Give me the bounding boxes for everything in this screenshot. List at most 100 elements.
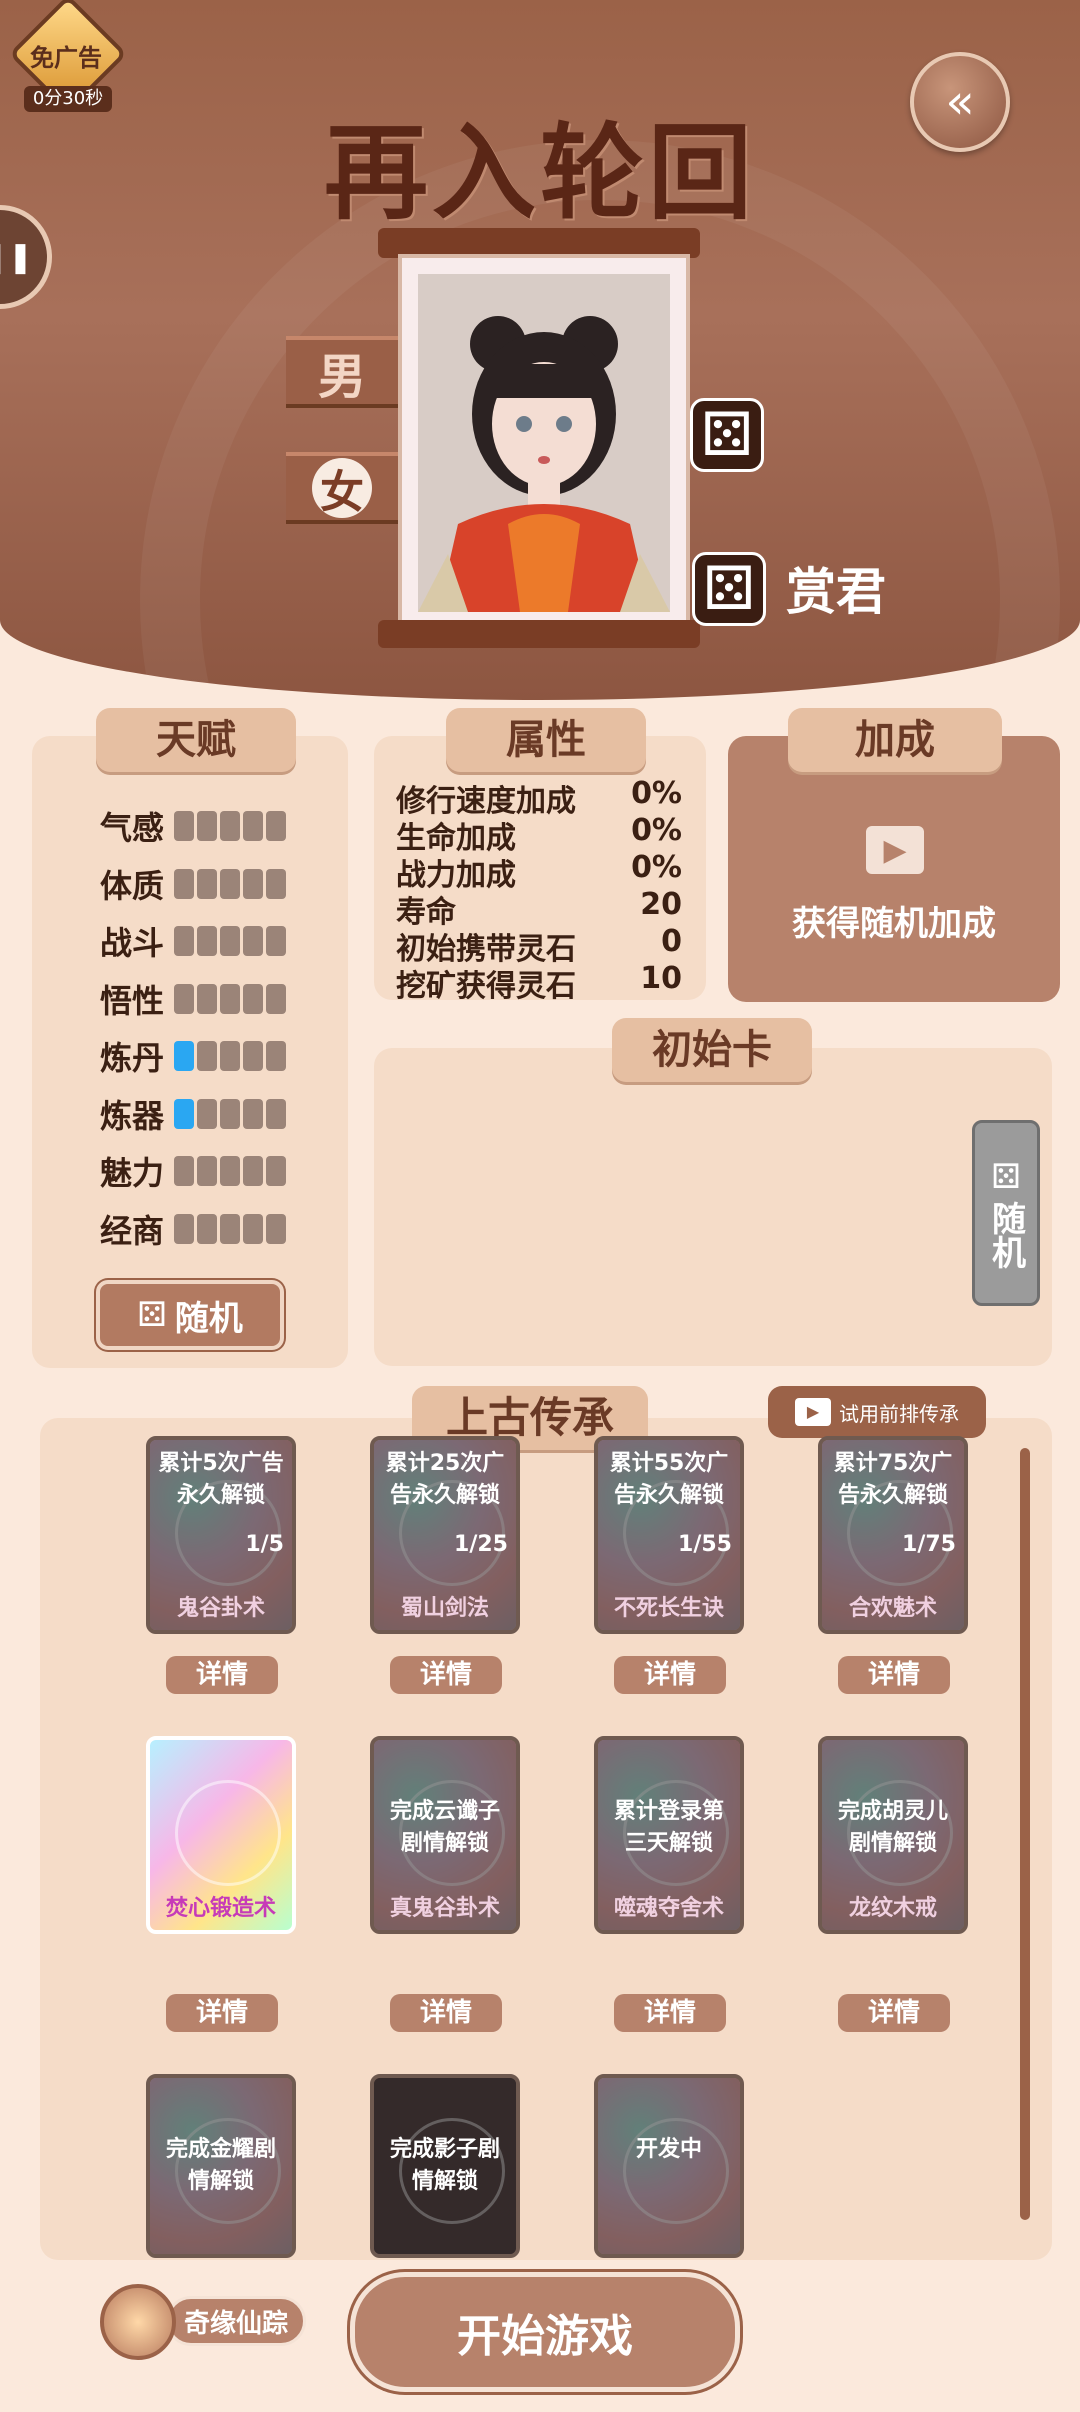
talent-level-bars bbox=[174, 926, 286, 956]
talent-level-pip bbox=[243, 1213, 263, 1244]
talent-level-pip bbox=[197, 1098, 217, 1129]
legacy-name: 不死长生诀 bbox=[613, 1596, 724, 1621]
legacy-name: 龙纹木戒 bbox=[848, 1896, 937, 1921]
legacy-detail-button[interactable]: 详情 bbox=[838, 1656, 950, 1694]
talent-row: 悟性 bbox=[100, 979, 320, 1020]
legacy-lock-condition: 完成影子剧情解锁 bbox=[389, 2137, 500, 2194]
character-name: 赏君 bbox=[786, 563, 886, 621]
talent-level-pip bbox=[197, 811, 217, 841]
legacy-card[interactable]: 开发中 bbox=[594, 2074, 744, 2258]
legacy-card[interactable]: 完成云谶子剧情解锁 真鬼谷卦术 bbox=[370, 1736, 520, 1934]
attribute-row: 战力加成 0% bbox=[396, 850, 682, 893]
legacy-emblem-icon bbox=[175, 1780, 281, 1886]
talent-level-pip bbox=[243, 1041, 263, 1071]
legacy-name: 合欢魅术 bbox=[848, 1596, 937, 1621]
legacy-name: 焚心锻造术 bbox=[165, 1896, 276, 1921]
legacy-card[interactable]: 累计登录第三天解锁噬魂夺舍术 bbox=[594, 1736, 744, 1934]
back-button[interactable]: « bbox=[910, 52, 1010, 152]
start-game-button[interactable]: 开始游戏 bbox=[350, 2272, 740, 2392]
talent-level-pip bbox=[220, 1098, 240, 1129]
talent-level-pip bbox=[174, 1213, 194, 1244]
attribute-row: 修行速度加成 0% bbox=[396, 776, 682, 819]
legacy-detail-button[interactable]: 详情 bbox=[166, 1994, 278, 2032]
legacy-detail-button[interactable]: 详情 bbox=[390, 1994, 502, 2032]
talent-level-bars bbox=[174, 983, 286, 1014]
dice-icon: ⚄ bbox=[137, 1295, 167, 1335]
legacy-lock-condition: 完成云谶子剧情解锁 bbox=[389, 1799, 500, 1856]
talent-label: 炼丹 bbox=[100, 1039, 165, 1077]
legacy-detail-button[interactable]: 详情 bbox=[390, 1656, 502, 1694]
legacy-progress: 1/75 bbox=[902, 1532, 956, 1557]
legacy-lock-condition: 累计75次广告永久解锁 bbox=[833, 1451, 953, 1508]
legacy-card[interactable]: 完成金耀剧情解锁 bbox=[146, 2074, 296, 2258]
character-portrait bbox=[398, 254, 690, 632]
legacy-name: 噬魂夺舍术 bbox=[613, 1896, 724, 1921]
get-random-bonus-label[interactable]: 获得随机加成 bbox=[738, 896, 1050, 945]
bonus-tab: 加成 bbox=[788, 708, 1002, 772]
talent-label: 体质 bbox=[100, 866, 165, 905]
attribute-label: 初始携带灵石 bbox=[396, 932, 576, 967]
attribute-value: 20 bbox=[640, 887, 682, 922]
attribute-label: 挖矿获得灵石 bbox=[396, 969, 576, 1004]
attribute-row: 生命加成 0% bbox=[396, 813, 682, 856]
ad-free-badge[interactable]: 免广告 0分30秒 bbox=[8, 0, 128, 114]
initial-card-random-label: 随机 bbox=[985, 1201, 1026, 1269]
initial-card-random-button[interactable]: ⚄ 随机 bbox=[972, 1120, 1040, 1306]
legacy-card[interactable]: 累计25次广告永久解锁 1/25 蜀山剑法 bbox=[370, 1436, 520, 1634]
initial-card-tab: 初始卡 bbox=[612, 1018, 812, 1082]
legacy-detail-button[interactable]: 详情 bbox=[838, 1994, 950, 2032]
legacy-name: 鬼谷卦术 bbox=[176, 1596, 265, 1621]
talent-level-pip bbox=[243, 1098, 263, 1129]
legacy-lock-condition: 累计25次广告永久解锁 bbox=[385, 1451, 505, 1508]
talent-level-bars bbox=[174, 811, 286, 841]
talent-row: 战斗 bbox=[100, 921, 320, 962]
talent-level-pip bbox=[220, 926, 240, 956]
legacy-card[interactable]: 完成影子剧情解锁 bbox=[370, 2074, 520, 2258]
randomize-portrait-dice-icon[interactable]: ⚄ bbox=[690, 398, 764, 472]
gender-female-label: 女 bbox=[312, 458, 372, 518]
legacy-detail-button[interactable]: 详情 bbox=[166, 1656, 278, 1694]
attributes-tab: 属性 bbox=[446, 708, 646, 772]
dice-icon: ⚄ bbox=[991, 1157, 1021, 1197]
legacy-detail-button[interactable]: 详情 bbox=[614, 1656, 726, 1694]
talent-level-pip bbox=[174, 1098, 194, 1129]
talent-random-button[interactable]: ⚄ 随机 bbox=[96, 1280, 284, 1350]
legacy-lock-condition: 累计登录第三天解锁 bbox=[613, 1799, 724, 1856]
talent-level-pip bbox=[266, 1213, 286, 1244]
legacy-card[interactable]: 完成胡灵儿剧情解锁龙纹木戒 bbox=[818, 1736, 968, 1934]
talent-level-bars bbox=[174, 1098, 286, 1129]
talent-row: 炼丹 bbox=[100, 1036, 320, 1077]
legacy-scrollbar[interactable] bbox=[1020, 1448, 1030, 2220]
legacy-detail-button[interactable]: 详情 bbox=[614, 1994, 726, 2032]
legacy-card[interactable]: 焚心锻造术 bbox=[146, 1736, 296, 1934]
talent-level-pip bbox=[266, 926, 286, 956]
attribute-value: 0% bbox=[631, 850, 682, 885]
talent-level-pip bbox=[266, 1041, 286, 1071]
randomize-name-dice-icon[interactable]: ⚄ bbox=[692, 552, 766, 626]
talent-level-bars bbox=[174, 1156, 286, 1186]
qiyuan-label: 奇缘仙踪 bbox=[166, 2296, 306, 2346]
talent-label: 经商 bbox=[100, 1211, 165, 1250]
qiyuan-button[interactable]: 奇缘仙踪 bbox=[100, 2284, 306, 2360]
talent-level-pip bbox=[266, 811, 286, 841]
gender-female-button[interactable]: 女 bbox=[286, 452, 398, 520]
attribute-value: 0% bbox=[631, 776, 682, 811]
gender-male-button[interactable]: 男 bbox=[286, 336, 398, 405]
trial-legacy-button[interactable]: ▶ 试用前排传承 bbox=[768, 1386, 986, 1438]
talent-level-pip bbox=[197, 926, 217, 956]
talent-level-bars bbox=[174, 868, 286, 899]
talent-level-pip bbox=[266, 868, 286, 899]
attribute-row: 初始携带灵石 0 bbox=[396, 924, 682, 967]
talent-row: 炼器 bbox=[100, 1094, 320, 1135]
talent-level-pip bbox=[197, 983, 217, 1014]
legacy-card[interactable]: 累计5次广告永久解锁 1/5 鬼谷卦术 bbox=[146, 1436, 296, 1634]
legacy-card[interactable]: 累计55次广告永久解锁 1/55 不死长生诀 bbox=[594, 1436, 744, 1634]
legacy-card[interactable]: 累计75次广告永久解锁 1/75 合欢魅术 bbox=[818, 1436, 968, 1634]
attribute-label: 战力加成 bbox=[396, 858, 516, 893]
talent-level-pip bbox=[220, 1156, 240, 1186]
attribute-label: 生命加成 bbox=[396, 821, 516, 856]
back-arrow-icon: « bbox=[945, 74, 975, 130]
legacy-lock-condition: 完成胡灵儿剧情解锁 bbox=[837, 1799, 948, 1856]
talent-level-pip bbox=[266, 1098, 286, 1129]
legacy-lock-condition: 累计5次广告永久解锁 bbox=[158, 1451, 284, 1508]
